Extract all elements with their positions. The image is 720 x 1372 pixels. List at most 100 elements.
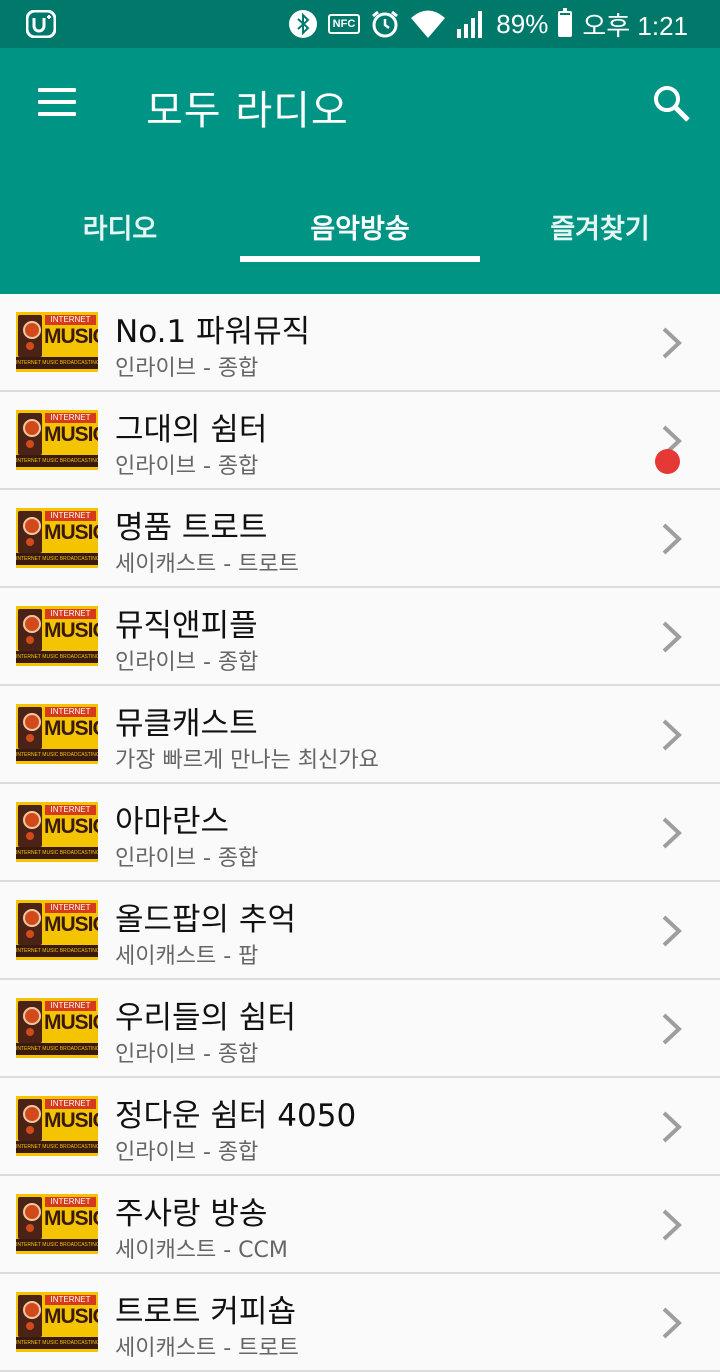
battery-icon	[558, 8, 573, 37]
tab-label: 즐겨찾기	[550, 213, 650, 245]
battery-percent: 89%	[496, 8, 549, 39]
thumb-internet-label: INTERNET	[45, 903, 96, 913]
tab-music-broadcast[interactable]: 음악방송	[240, 188, 480, 264]
tab-label: 라디오	[82, 213, 158, 245]
list-item[interactable]: INTERNET MUSIC INTERNET MUSIC BROADCASTI…	[0, 686, 720, 784]
chevron-right-icon	[662, 1111, 682, 1143]
speaker-icon	[18, 1001, 42, 1043]
station-subtitle: 인라이브 - 종합	[115, 1042, 259, 1067]
station-subtitle: 인라이브 - 종합	[115, 650, 259, 675]
speaker-icon	[18, 903, 42, 945]
list-item[interactable]: INTERNET MUSIC INTERNET MUSIC BROADCASTI…	[0, 1176, 720, 1274]
chevron-right-icon	[662, 523, 682, 555]
station-title: 정다운 쉼터 4050	[115, 1098, 357, 1134]
station-thumbnail: INTERNET MUSIC INTERNET MUSIC BROADCASTI…	[16, 900, 98, 960]
thumb-music-label: MUSIC	[44, 1109, 98, 1132]
thumb-music-label: MUSIC	[44, 717, 98, 740]
list-item[interactable]: INTERNET MUSIC INTERNET MUSIC BROADCASTI…	[0, 980, 720, 1078]
chevron-right-icon	[662, 1013, 682, 1045]
speaker-icon	[18, 609, 42, 651]
chevron-right-icon	[662, 719, 682, 751]
thumb-music-label: MUSIC	[44, 1305, 98, 1328]
chevron-right-icon	[662, 1209, 682, 1241]
thumb-internet-label: INTERNET	[45, 609, 96, 619]
thumb-internet-label: INTERNET	[45, 315, 96, 325]
thumb-tagline: INTERNET MUSIC BROADCASTING	[16, 1141, 98, 1153]
signal-icon	[456, 9, 486, 39]
thumb-music-label: MUSIC	[44, 1207, 98, 1230]
tab-favorites[interactable]: 즐겨찾기	[480, 188, 720, 264]
tab-label: 음악방송	[310, 213, 410, 245]
thumb-internet-label: INTERNET	[45, 805, 96, 815]
speaker-icon	[18, 707, 42, 749]
thumb-internet-label: INTERNET	[45, 1295, 96, 1305]
speaker-icon	[18, 1099, 42, 1141]
menu-icon[interactable]	[38, 88, 76, 118]
station-thumbnail: INTERNET MUSIC INTERNET MUSIC BROADCASTI…	[16, 1292, 98, 1352]
station-thumbnail: INTERNET MUSIC INTERNET MUSIC BROADCASTI…	[16, 998, 98, 1058]
station-subtitle: 세이캐스트 - 팝	[115, 944, 259, 969]
speaker-icon	[18, 1197, 42, 1239]
bluetooth-icon	[288, 9, 318, 39]
station-subtitle: 세이캐스트 - 트로트	[115, 1336, 299, 1361]
station-subtitle: 인라이브 - 종합	[115, 846, 259, 871]
station-title: 명품 트로트	[115, 510, 268, 546]
tab-indicator	[240, 256, 480, 262]
station-title: 우리들의 쉼터	[115, 1000, 296, 1036]
station-title: 아마란스	[115, 804, 230, 840]
chevron-right-icon	[662, 817, 682, 849]
station-subtitle: 인라이브 - 종합	[115, 454, 259, 479]
thumb-tagline: INTERNET MUSIC BROADCASTING	[16, 455, 98, 467]
station-thumbnail: INTERNET MUSIC INTERNET MUSIC BROADCASTI…	[16, 508, 98, 568]
thumb-tagline: INTERNET MUSIC BROADCASTING	[16, 847, 98, 859]
alarm-icon	[370, 9, 400, 39]
thumb-tagline: INTERNET MUSIC BROADCASTING	[16, 749, 98, 761]
station-thumbnail: INTERNET MUSIC INTERNET MUSIC BROADCASTI…	[16, 1096, 98, 1156]
speaker-icon	[18, 805, 42, 847]
nfc-label: NFC	[327, 14, 361, 34]
thumb-music-label: MUSIC	[44, 913, 98, 936]
thumb-tagline: INTERNET MUSIC BROADCASTING	[16, 651, 98, 663]
nfc-icon: NFC	[327, 14, 361, 34]
list-item[interactable]: INTERNET MUSIC INTERNET MUSIC BROADCASTI…	[0, 1078, 720, 1176]
list-item[interactable]: INTERNET MUSIC INTERNET MUSIC BROADCASTI…	[0, 294, 720, 392]
station-thumbnail: INTERNET MUSIC INTERNET MUSIC BROADCASTI…	[16, 802, 98, 862]
status-bar: NFC 89% 오후 1:21	[0, 0, 720, 48]
list-item[interactable]: INTERNET MUSIC INTERNET MUSIC BROADCASTI…	[0, 1274, 720, 1372]
chevron-right-icon	[662, 327, 682, 359]
list-item[interactable]: INTERNET MUSIC INTERNET MUSIC BROADCASTI…	[0, 392, 720, 490]
chevron-right-icon	[662, 915, 682, 947]
page-title: 모두 라디오	[146, 88, 349, 134]
speaker-icon	[18, 1295, 42, 1337]
station-subtitle: 인라이브 - 종합	[115, 356, 259, 381]
station-title: 트로트 커피숍	[115, 1294, 296, 1330]
speaker-icon	[18, 511, 42, 553]
thumb-internet-label: INTERNET	[45, 1099, 96, 1109]
station-title: No.1 파워뮤직	[115, 314, 311, 350]
wifi-icon	[410, 9, 446, 39]
thumb-music-label: MUSIC	[44, 815, 98, 838]
list-item[interactable]: INTERNET MUSIC INTERNET MUSIC BROADCASTI…	[0, 588, 720, 686]
tab-radio[interactable]: 라디오	[0, 188, 240, 264]
chevron-right-icon	[662, 1307, 682, 1339]
station-subtitle: 세이캐스트 - 트로트	[115, 552, 299, 577]
thumb-tagline: INTERNET MUSIC BROADCASTING	[16, 945, 98, 957]
thumb-music-label: MUSIC	[44, 619, 98, 642]
search-icon[interactable]	[652, 84, 692, 124]
list-item[interactable]: INTERNET MUSIC INTERNET MUSIC BROADCASTI…	[0, 490, 720, 588]
station-title: 그대의 쉼터	[115, 412, 268, 448]
clock: 오후 1:21	[582, 10, 688, 41]
list-item[interactable]: INTERNET MUSIC INTERNET MUSIC BROADCASTI…	[0, 882, 720, 980]
station-title: 올드팝의 추억	[115, 902, 296, 938]
tab-bar: 라디오 음악방송 즐겨찾기	[0, 188, 720, 264]
thumb-music-label: MUSIC	[44, 325, 98, 348]
app-bar: 모두 라디오 라디오 음악방송 즐겨찾기	[0, 48, 720, 294]
list-item[interactable]: INTERNET MUSIC INTERNET MUSIC BROADCASTI…	[0, 784, 720, 882]
station-subtitle: 세이캐스트 - CCM	[115, 1238, 288, 1263]
thumb-music-label: MUSIC	[44, 423, 98, 446]
station-thumbnail: INTERNET MUSIC INTERNET MUSIC BROADCASTI…	[16, 410, 98, 470]
thumb-tagline: INTERNET MUSIC BROADCASTING	[16, 1337, 98, 1349]
thumb-internet-label: INTERNET	[45, 413, 96, 423]
playing-indicator-dot	[655, 449, 680, 474]
thumb-tagline: INTERNET MUSIC BROADCASTING	[16, 1043, 98, 1055]
